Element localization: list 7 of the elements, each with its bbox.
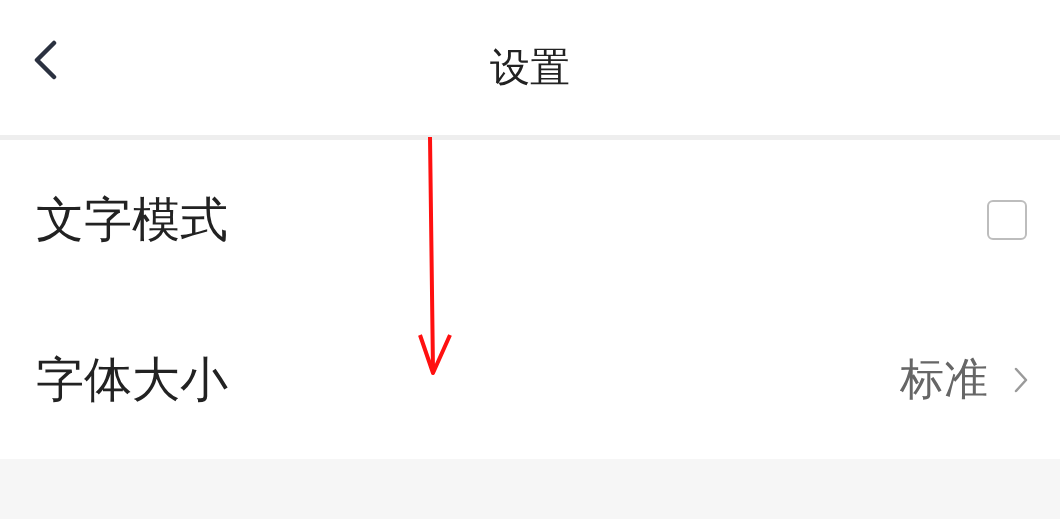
page-title: 设置 <box>490 43 570 92</box>
chevron-icon[interactable] <box>1014 366 1028 393</box>
checkbox[interactable] <box>987 200 1027 240</box>
setting-label: 文字模式 <box>36 190 228 249</box>
setting-value: 标准 <box>900 352 988 406</box>
back-icon[interactable] <box>32 40 58 80</box>
setting-label: 字体大小 <box>36 349 228 409</box>
